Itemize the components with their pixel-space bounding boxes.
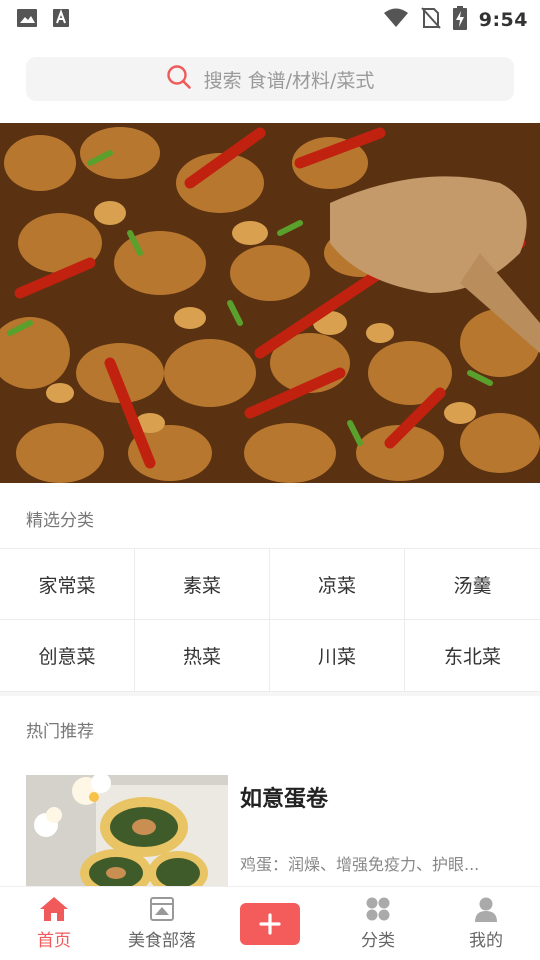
search-icon xyxy=(166,64,192,94)
category-item[interactable]: 凉菜 xyxy=(270,549,405,620)
category-item[interactable]: 热菜 xyxy=(135,620,270,691)
recipe-thumbnail[interactable] xyxy=(26,775,228,887)
no-sim-icon xyxy=(420,7,441,33)
category-item[interactable]: 创意菜 xyxy=(0,620,135,691)
category-item[interactable]: 素菜 xyxy=(135,549,270,620)
banner-image[interactable] xyxy=(0,123,540,483)
search-input[interactable]: 搜索 食谱/材料/菜式 xyxy=(204,66,375,93)
add-button[interactable] xyxy=(240,902,300,945)
recipe-description: 鸡蛋：润燥、增强免疫力、护眼... xyxy=(240,855,480,874)
tribe-icon xyxy=(149,896,175,922)
home-icon xyxy=(39,896,69,922)
wifi-icon xyxy=(383,8,409,32)
tab-add[interactable] xyxy=(216,887,324,960)
tab-label: 分类 xyxy=(361,931,395,951)
section-divider xyxy=(0,692,540,696)
recipe-card[interactable]: 如意蛋卷 鸡蛋：润燥、增强免疫力、护眼... xyxy=(26,775,514,887)
category-item[interactable]: 川菜 xyxy=(270,620,405,691)
tab-label: 美食部落 xyxy=(128,931,196,951)
tab-label: 我的 xyxy=(469,931,503,951)
battery-charging-icon xyxy=(452,6,467,34)
status-bar: 9:54 xyxy=(0,0,540,38)
category-item[interactable]: 汤羹 xyxy=(405,549,540,620)
category-item[interactable]: 东北菜 xyxy=(405,620,540,691)
tab-label: 首页 xyxy=(37,931,71,951)
plus-icon xyxy=(259,912,281,935)
tab-food-tribe[interactable]: 美食部落 xyxy=(108,887,216,960)
search-bar[interactable]: 搜索 食谱/材料/菜式 xyxy=(26,57,514,101)
person-icon xyxy=(473,896,499,922)
image-icon xyxy=(16,8,38,32)
text-a-icon xyxy=(52,8,70,32)
tab-category[interactable]: 分类 xyxy=(324,887,432,960)
category-grid: 家常菜 素菜 凉菜 汤羹 创意菜 热菜 川菜 东北菜 xyxy=(0,548,540,692)
recipe-title[interactable]: 如意蛋卷 xyxy=(240,781,328,813)
tab-home[interactable]: 首页 xyxy=(0,887,108,960)
category-icon xyxy=(365,896,391,922)
category-item[interactable]: 家常菜 xyxy=(0,549,135,620)
status-time: 9:54 xyxy=(478,9,528,31)
featured-categories-title: 精选分类 xyxy=(26,511,94,531)
hot-recommend-title: 热门推荐 xyxy=(26,722,94,742)
tab-mine[interactable]: 我的 xyxy=(432,887,540,960)
bottom-tab-bar: 首页 美食部落 分类 我的 xyxy=(0,886,540,960)
